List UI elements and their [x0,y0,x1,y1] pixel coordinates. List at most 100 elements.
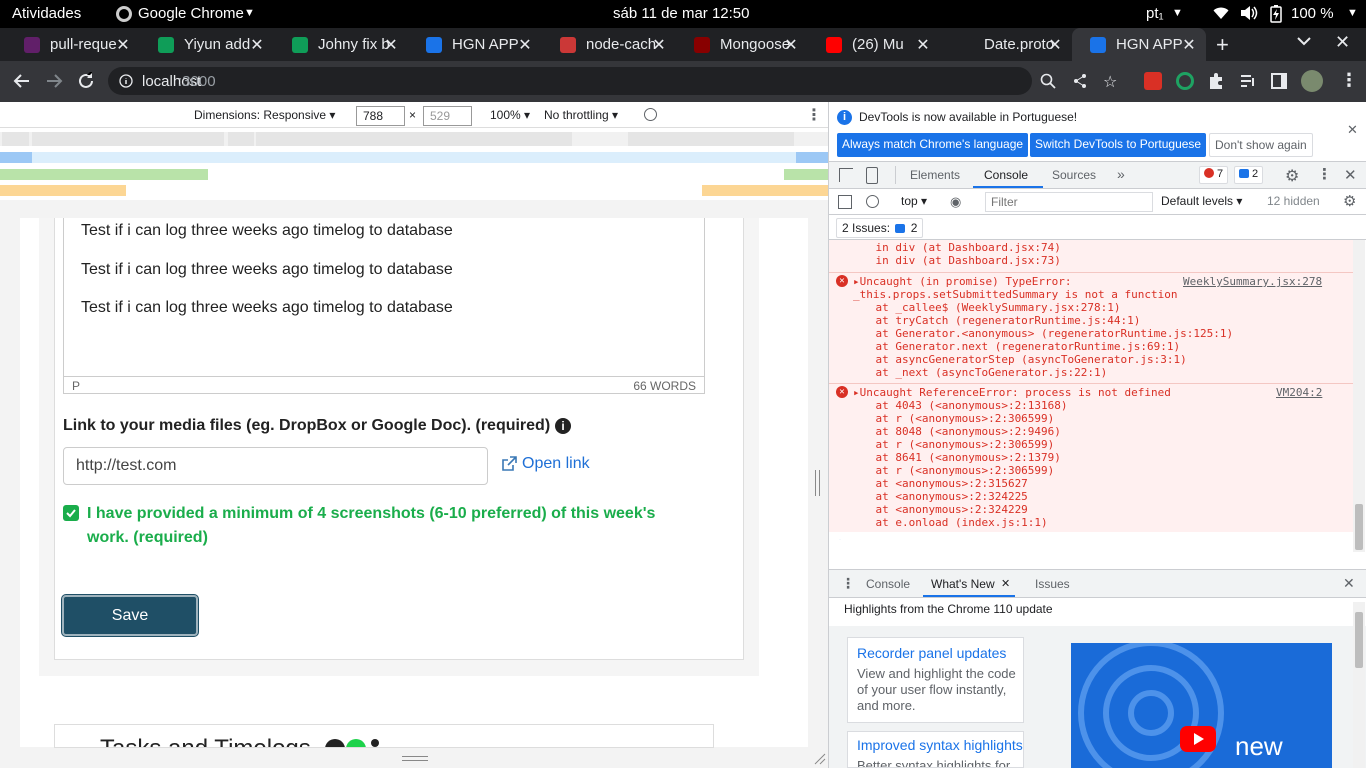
tab-close-icon[interactable]: ✕ [248,35,266,55]
save-button[interactable]: Save [62,595,198,636]
activities-button[interactable]: Atividades [12,5,81,22]
issues-bar[interactable]: 2 Issues: 2 [829,215,1366,240]
error-message[interactable]: ▸Uncaught (in promise) TypeError: [853,275,1072,288]
open-link[interactable]: Open link [522,455,590,473]
log-levels-select[interactable]: Default levels ▾ [1161,194,1242,208]
always-match-button[interactable]: Always match Chrome's language [837,133,1029,157]
info-icon[interactable] [325,739,345,747]
stack-frame[interactable]: at r (<anonymous>:2:306599) [849,438,1054,451]
avatar[interactable] [1301,70,1323,92]
drawer-tab-console[interactable]: Console [866,577,910,591]
tab-sources[interactable]: Sources [1052,168,1096,182]
tab-close-icon[interactable]: ✕ [650,35,668,55]
reload-icon[interactable] [77,72,95,90]
feature-card-title[interactable]: Recorder panel updates [857,645,1006,661]
browser-tab[interactable]: pull-reque ✕ [6,28,140,61]
error-counter[interactable]: 7 [1199,166,1229,184]
share-icon[interactable] [1072,73,1088,89]
app-menu[interactable]: Google Chrome [138,5,244,22]
stack-frame[interactable]: at 8641 (<anonymous>:2:1379) [849,451,1060,464]
error-message[interactable]: ▸Uncaught ReferenceError: process is not… [853,386,1171,399]
console-settings-icon[interactable]: ⚙ [1343,192,1356,210]
address-bar[interactable]: localhost :3000 ☆ [108,67,1117,95]
clock[interactable]: sáb 11 de mar 12:50 [613,5,749,22]
infobar-close-icon[interactable]: ✕ [1347,122,1358,138]
browser-tab[interactable]: Yiyun add ✕ [140,28,274,61]
window-close-button[interactable]: ✕ [1335,32,1350,53]
media-link-input[interactable] [63,447,488,485]
drawer-tab-whats-new[interactable]: What's New [931,577,995,591]
stack-frame[interactable]: at <anonymous>:2:324229 [849,503,1027,516]
extension-icon[interactable] [1144,72,1162,90]
device-menu-icon[interactable]: ⋮ [806,105,822,125]
error-source-link[interactable]: WeeklySummary.jsx:278 [1183,275,1322,288]
inspect-element-icon[interactable] [839,168,853,182]
width-input[interactable]: 788 [356,106,405,126]
youtube-play-icon[interactable] [1180,726,1216,752]
drawer-menu-icon[interactable]: ⋮ [841,575,855,592]
height-input[interactable]: 529 [423,106,472,126]
browser-tab[interactable]: HGN APP ✕ [1072,28,1206,61]
browser-tab[interactable]: HGN APP ✕ [408,28,542,61]
stack-frame[interactable]: at r (<anonymous>:2:306599) [849,412,1054,425]
side-panel-icon[interactable] [1271,73,1287,89]
device-toggle-icon[interactable] [866,167,878,184]
tab-close-icon[interactable]: ✕ [1180,35,1198,55]
tab-close-icon[interactable]: ✕ [382,35,400,55]
stack-frame[interactable]: at Generator.<anonymous> (regeneratorRun… [849,327,1233,340]
tab-elements[interactable]: Elements [910,168,960,182]
stack-frame[interactable]: at 4043 (<anonymous>:2:13168) [849,399,1067,412]
eye-icon[interactable]: ◉ [950,194,961,210]
tab-search-button[interactable] [1297,36,1311,46]
site-info-icon[interactable] [119,74,133,88]
stack-frame[interactable]: at _callee$ (WeeklySummary.jsx:278:1) [849,301,1120,314]
drawer-tab-issues[interactable]: Issues [1035,577,1070,591]
console-scrollbar[interactable] [1353,240,1365,552]
feature-card[interactable]: Recorder panel updates View and highligh… [847,637,1024,723]
video-thumbnail[interactable]: new [1071,643,1332,768]
zoom-select[interactable]: 100% ▾ [490,108,530,122]
corner-resize-icon[interactable] [814,753,826,765]
browser-tab[interactable]: node-cach ✕ [542,28,676,61]
browser-tab[interactable]: Johny fix b ✕ [274,28,408,61]
new-tab-button[interactable]: + [1216,32,1229,58]
tab-close-icon[interactable]: ✕ [516,35,534,55]
issue-counter[interactable]: 2 [1234,166,1264,184]
stack-frame[interactable]: at r (<anonymous>:2:306599) [849,464,1054,477]
resize-handle-icon[interactable] [815,470,820,496]
rotate-icon[interactable] [644,108,657,121]
close-tab-icon[interactable]: ✕ [1001,577,1010,590]
chevron-down-icon[interactable]: ▼ [1347,7,1358,19]
kebab-icon[interactable] [371,739,379,747]
back-arrow-icon[interactable] [13,72,31,90]
stack-frame[interactable]: at asyncGeneratorStep (asyncToGenerator.… [849,353,1186,366]
throttle-select[interactable]: No throttling ▾ [544,108,618,122]
tab-console[interactable]: Console [984,168,1028,182]
context-select[interactable]: top ▾ [901,194,927,208]
stack-frame[interactable]: at e.onload (index.js:1:1) [849,516,1047,529]
stack-frame[interactable]: at <anonymous>:2:315627 [849,477,1027,490]
console-prompt[interactable]: › [837,535,845,540]
reading-list-icon[interactable] [1239,72,1257,90]
filter-input[interactable] [985,192,1153,212]
info-icon[interactable]: i [555,418,571,434]
bookmark-star-icon[interactable]: ☆ [1103,72,1117,92]
browser-tab[interactable]: Date.proto ✕ [940,28,1072,61]
settings-gear-icon[interactable]: ⚙ [1285,166,1299,186]
kebab-menu-icon[interactable]: ⋮ [1340,70,1358,91]
clear-console-icon[interactable] [866,195,879,208]
keyboard-layout[interactable]: pt₁ [1146,5,1164,22]
browser-tab[interactable]: Mongoose ✕ [676,28,808,61]
tab-close-icon[interactable]: ✕ [782,35,800,55]
devtools-close-icon[interactable]: ✕ [1344,166,1357,184]
stack-frame[interactable]: at tryCatch (regeneratorRuntime.js:44:1) [849,314,1140,327]
stack-frame[interactable]: at <anonymous>:2:324225 [849,490,1027,503]
dont-show-again-button[interactable]: Don't show again [1209,133,1313,157]
tab-close-icon[interactable]: ✕ [114,35,132,55]
forward-arrow-icon[interactable] [45,72,63,90]
zoom-icon[interactable] [1040,73,1056,89]
browser-tab[interactable]: (26) Mu ✕ [808,28,940,61]
stack-frame[interactable]: at 8048 (<anonymous>:2:9496) [849,425,1060,438]
drawer-close-icon[interactable]: ✕ [1343,575,1355,592]
screenshots-checkbox[interactable] [63,505,79,521]
